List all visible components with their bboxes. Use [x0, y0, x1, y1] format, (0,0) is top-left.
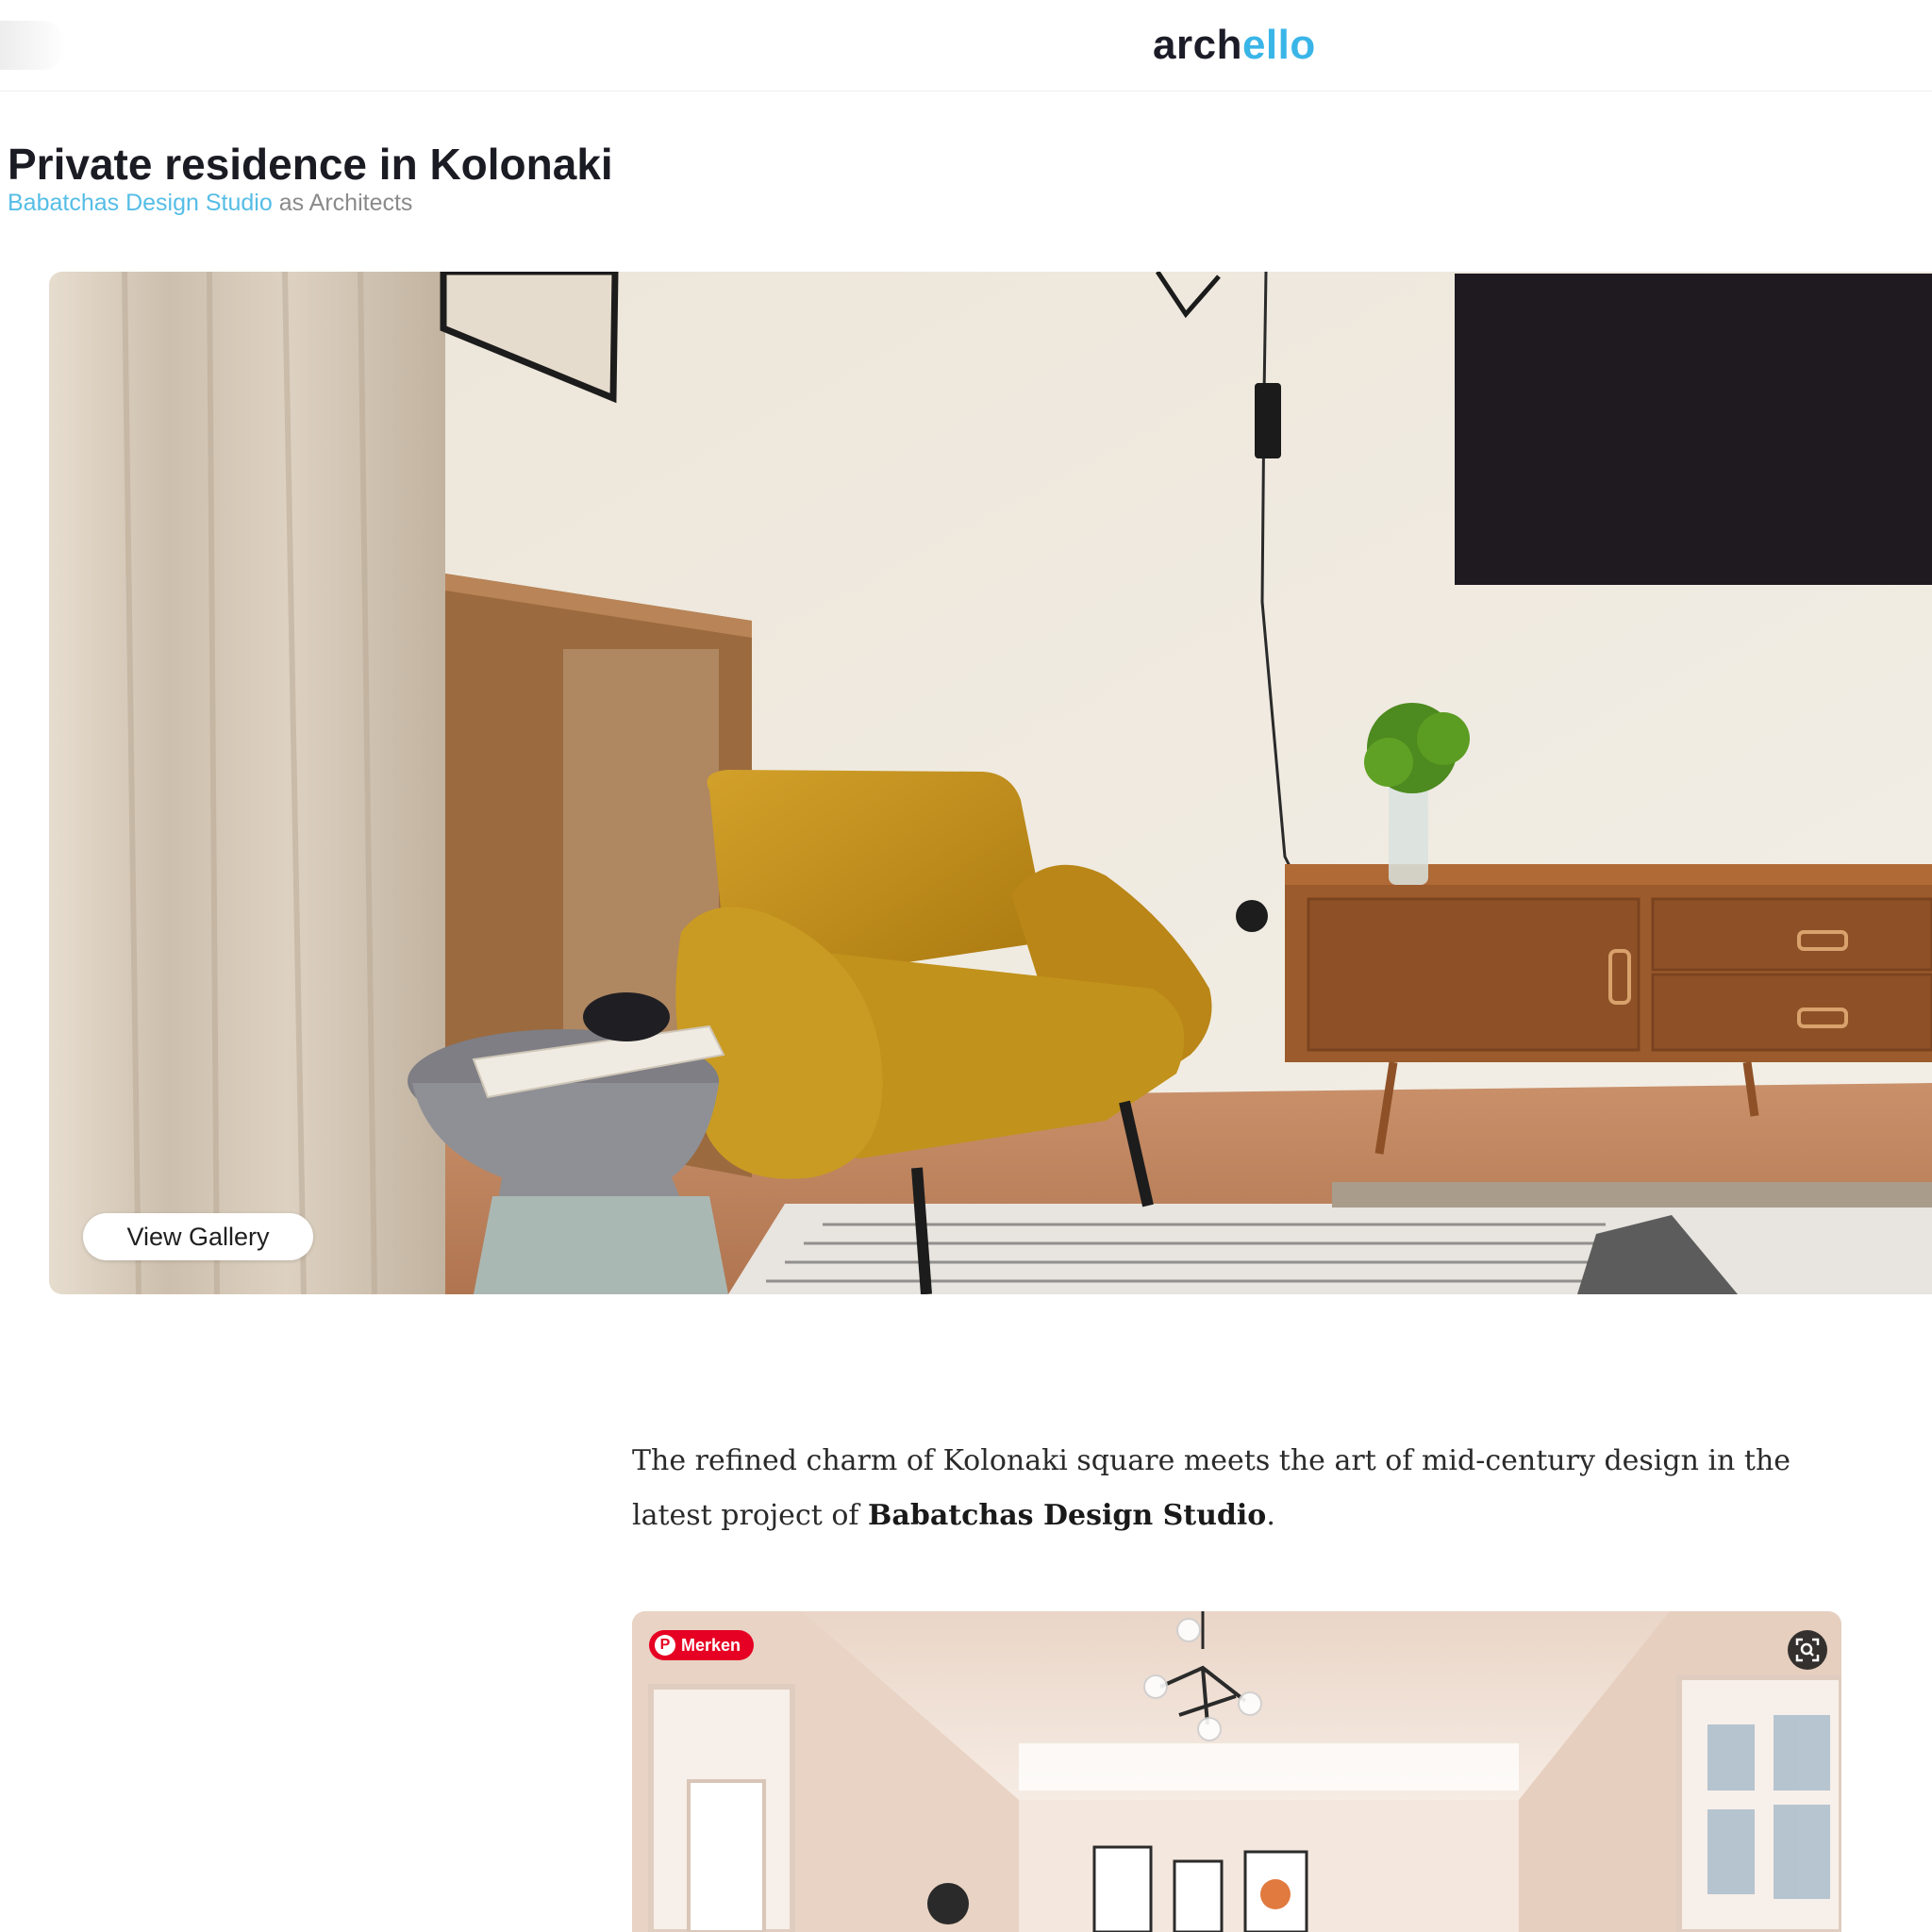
credit-role: as Architects — [272, 190, 413, 216]
pinterest-icon: P — [655, 1635, 675, 1656]
pinterest-save-label: Merken — [681, 1635, 741, 1655]
view-gallery-button[interactable]: View Gallery — [83, 1213, 313, 1260]
menu-button[interactable] — [0, 21, 66, 70]
archello-logo[interactable]: archello — [1153, 17, 1316, 74]
intro-studio-name[interactable]: Babatchas Design Studio — [868, 1499, 1266, 1532]
intro-paragraph: The refined charm of Kolonaki square mee… — [632, 1434, 1858, 1543]
hero-image[interactable] — [49, 272, 1932, 1294]
intro-text-end: . — [1266, 1499, 1275, 1532]
visual-search-icon — [1795, 1638, 1820, 1662]
visual-search-button[interactable] — [1788, 1630, 1827, 1670]
page-title: Private residence in Kolonaki — [8, 140, 613, 189]
logo-text-arch: arch — [1153, 22, 1242, 68]
studio-link[interactable]: Babatchas Design Studio — [8, 190, 273, 216]
project-photo[interactable] — [632, 1611, 1841, 1932]
pinterest-save-button[interactable]: P Merken — [649, 1630, 755, 1660]
project-credits: Babatchas Design Studio as Architects — [8, 187, 412, 219]
site-header: archello — [0, 0, 1932, 92]
logo-text-ello: ello — [1241, 22, 1316, 68]
